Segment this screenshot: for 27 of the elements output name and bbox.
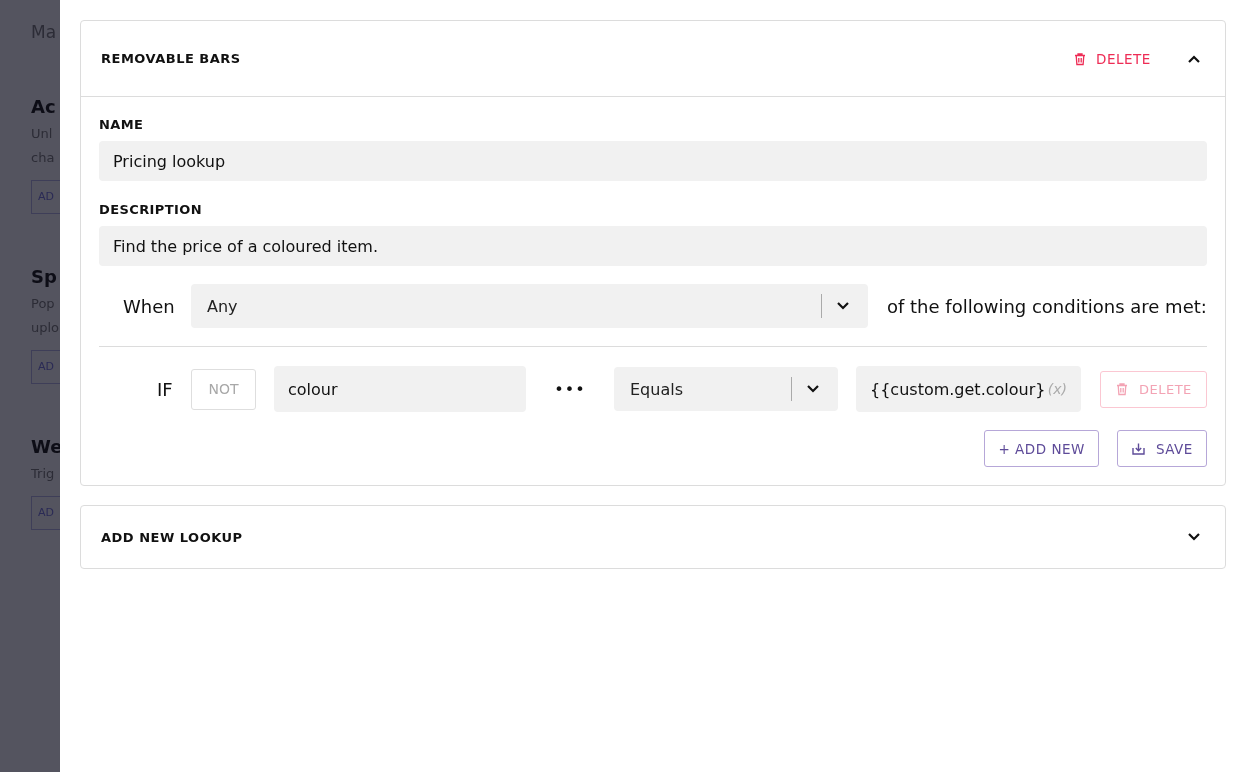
delete-button[interactable]: DELETE (1073, 50, 1151, 67)
section-title: Ac (31, 95, 56, 119)
trash-icon (1115, 382, 1129, 396)
operator-dropdown[interactable]: Equals (614, 367, 838, 411)
name-label: NAME (99, 117, 145, 132)
chevron-down-icon[interactable] (1186, 532, 1201, 542)
name-field[interactable]: Pricing lookup (99, 141, 1207, 181)
description-label: DESCRIPTION (99, 202, 203, 217)
add-new-button[interactable]: + ADD NEW (984, 430, 1099, 467)
chevron-up-icon[interactable] (1186, 53, 1201, 64)
match-dropdown[interactable]: Any (191, 284, 868, 328)
download-icon (1130, 441, 1146, 456)
when-label: When (122, 295, 176, 317)
field-input[interactable]: colour (274, 366, 526, 412)
value-text: {{custom.get.colour} (870, 379, 1046, 399)
lookup-title: ADD NEW LOOKUP (101, 529, 244, 545)
chevron-down-icon[interactable] (835, 301, 850, 311)
condition-text: of the following conditions are met: (886, 295, 1207, 317)
save-button[interactable]: SAVE (1116, 430, 1207, 467)
section-title: We (31, 435, 63, 459)
description-field[interactable]: Find the price of a coloured item. (99, 226, 1207, 266)
section-title: Sp (31, 265, 57, 289)
more-text[interactable]: ••• (526, 379, 614, 399)
chevron-down-icon[interactable] (806, 384, 820, 394)
lookup-title: REMOVABLE BARS (101, 51, 242, 66)
if-label: IF (157, 378, 174, 400)
trash-icon (1073, 51, 1088, 66)
